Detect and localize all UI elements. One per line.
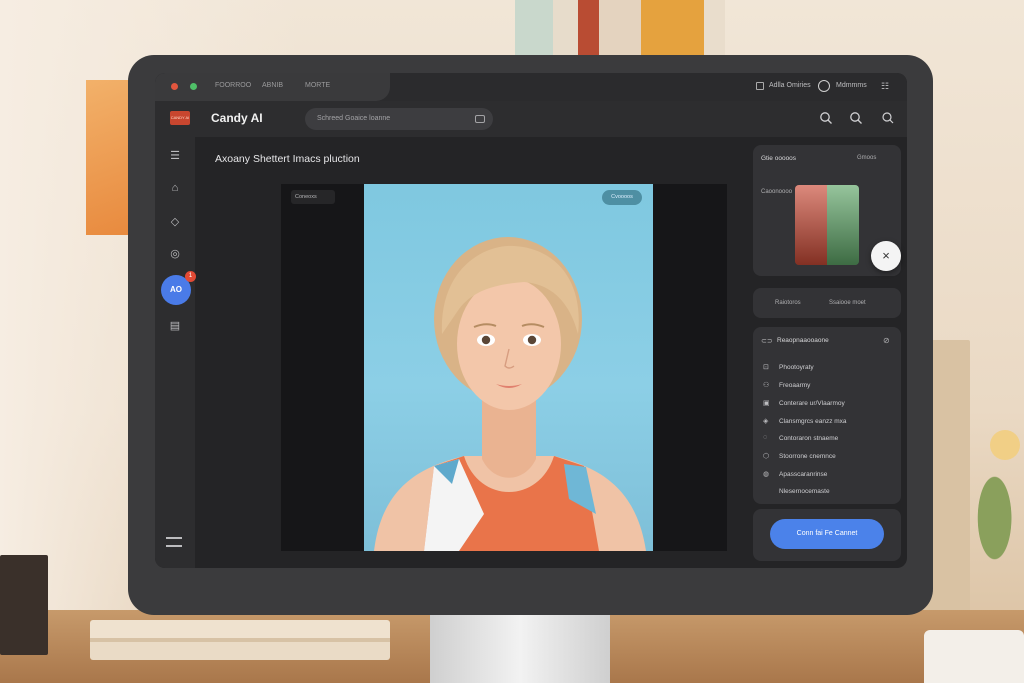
plant-pot <box>0 555 48 655</box>
color-swatch[interactable] <box>795 185 859 265</box>
canvas-tag[interactable]: Coneoxs <box>291 190 335 204</box>
find-icon[interactable] <box>881 111 895 125</box>
list-item[interactable]: ◍ Apasscaranrinse <box>763 469 891 481</box>
maximize-window-dot[interactable] <box>190 83 197 90</box>
user-label[interactable]: Mdmmms <box>836 82 867 89</box>
generated-portrait: Cvoooos <box>364 184 653 551</box>
search-input[interactable]: Schreed Goaice loanne <box>305 108 493 130</box>
zoom-icon[interactable] <box>849 111 863 125</box>
keyboard-icon <box>475 115 485 123</box>
window-titlebar: FOORROO ABNIB MORTE Adlla Omiries Mdmmms… <box>155 73 907 101</box>
chat-icon[interactable]: ◎ <box>168 247 182 261</box>
menu-item-2[interactable]: ABNIB <box>262 82 283 89</box>
menu-item-1[interactable]: FOORROO <box>215 82 251 89</box>
tool-label-b[interactable]: Ssaiooe moet <box>829 300 866 306</box>
portrait-illustration <box>374 237 646 551</box>
page-title: Axoany Shettert Imacs pluction <box>215 153 360 165</box>
notification-badge: 1 <box>185 271 196 282</box>
search-icon[interactable] <box>819 111 833 125</box>
palette-caption: Caoonoooo <box>761 189 793 195</box>
list-item[interactable]: ◌ Contoraron stnaeme <box>763 433 891 445</box>
style-icon: ▣ <box>763 400 770 407</box>
avatar[interactable] <box>818 80 830 92</box>
hamburger-menu-icon[interactable] <box>166 537 182 547</box>
mug <box>924 630 1024 683</box>
style-icon: ◍ <box>763 471 770 478</box>
list-item[interactable]: ◈ Clansmgrcs eanzz mxa <box>763 416 891 428</box>
books <box>90 620 390 660</box>
plant-leaves <box>975 470 1024 590</box>
style-icon: ◌ <box>763 434 768 441</box>
flower <box>990 430 1020 460</box>
search-placeholder: Schreed Goaice loanne <box>317 115 391 122</box>
app-name: Candy AI <box>211 111 263 125</box>
style-icon: ◈ <box>763 418 769 425</box>
account-icon[interactable] <box>756 82 764 90</box>
styles-header-icon: ⊂⊃ <box>761 338 773 345</box>
left-rail: ☰ ⌂ ◇ ◎ AO 1 ▤ <box>155 137 196 568</box>
styles-panel: ⊂⊃ Reaopnaaooaone ⊘ ⊡ Phootoyraty ⚇ Freo… <box>753 327 901 504</box>
menu-item-3[interactable]: MORTE <box>305 82 330 89</box>
photo-option-pill[interactable]: Cvoooos <box>602 190 642 205</box>
image-canvas[interactable]: Coneoxs Cvoooos <box>281 184 727 551</box>
list-item[interactable]: ⚇ Freoaarmy <box>763 380 891 392</box>
account-label[interactable]: Adlla Omiries <box>769 82 811 89</box>
apps-grid-icon[interactable]: ☷ <box>881 82 889 91</box>
logo-badge: CANDY AI <box>170 111 190 125</box>
shop-icon[interactable]: ⌂ <box>168 181 182 195</box>
tools-panel: Raiotoros Ssaiooe moet <box>753 288 901 318</box>
tag-icon[interactable]: ◇ <box>168 215 182 229</box>
list-icon[interactable]: ☰ <box>168 149 182 163</box>
palette-title: Gtie ooooos <box>761 155 797 162</box>
book-icon[interactable]: ▤ <box>168 319 182 333</box>
wall-art-top <box>515 0 725 55</box>
close-window-dot[interactable] <box>171 83 178 90</box>
app-header: CANDY AI Candy AI Schreed Goaice loanne <box>155 101 907 137</box>
palette-dropdown[interactable]: Gmoos <box>857 155 876 161</box>
generate-button[interactable]: Conn fai Fe Cannet <box>770 519 884 549</box>
style-icon: ⚇ <box>763 382 770 389</box>
styles-title: Reaopnaaooaone <box>777 337 829 344</box>
monitor-stand <box>430 612 610 683</box>
app-screen: FOORROO ABNIB MORTE Adlla Omiries Mdmmms… <box>155 73 907 568</box>
window-tabstrip: FOORROO ABNIB MORTE <box>155 73 390 101</box>
settings-icon[interactable]: ⊘ <box>883 336 890 345</box>
tool-label-a[interactable]: Raiotoros <box>775 300 801 306</box>
list-item[interactable]: ▣ Conterare ur/Vlaarmoy <box>763 398 891 410</box>
style-icon: ⊡ <box>763 364 769 371</box>
list-item[interactable]: ⊡ Phootoyraty <box>763 362 891 374</box>
style-icon: ⬡ <box>763 453 770 460</box>
list-item[interactable]: ⬡ Stoorrone cnemnce <box>763 451 891 463</box>
close-icon[interactable]: × <box>871 241 901 271</box>
list-item[interactable]: Nlesernocemaste <box>763 486 891 498</box>
